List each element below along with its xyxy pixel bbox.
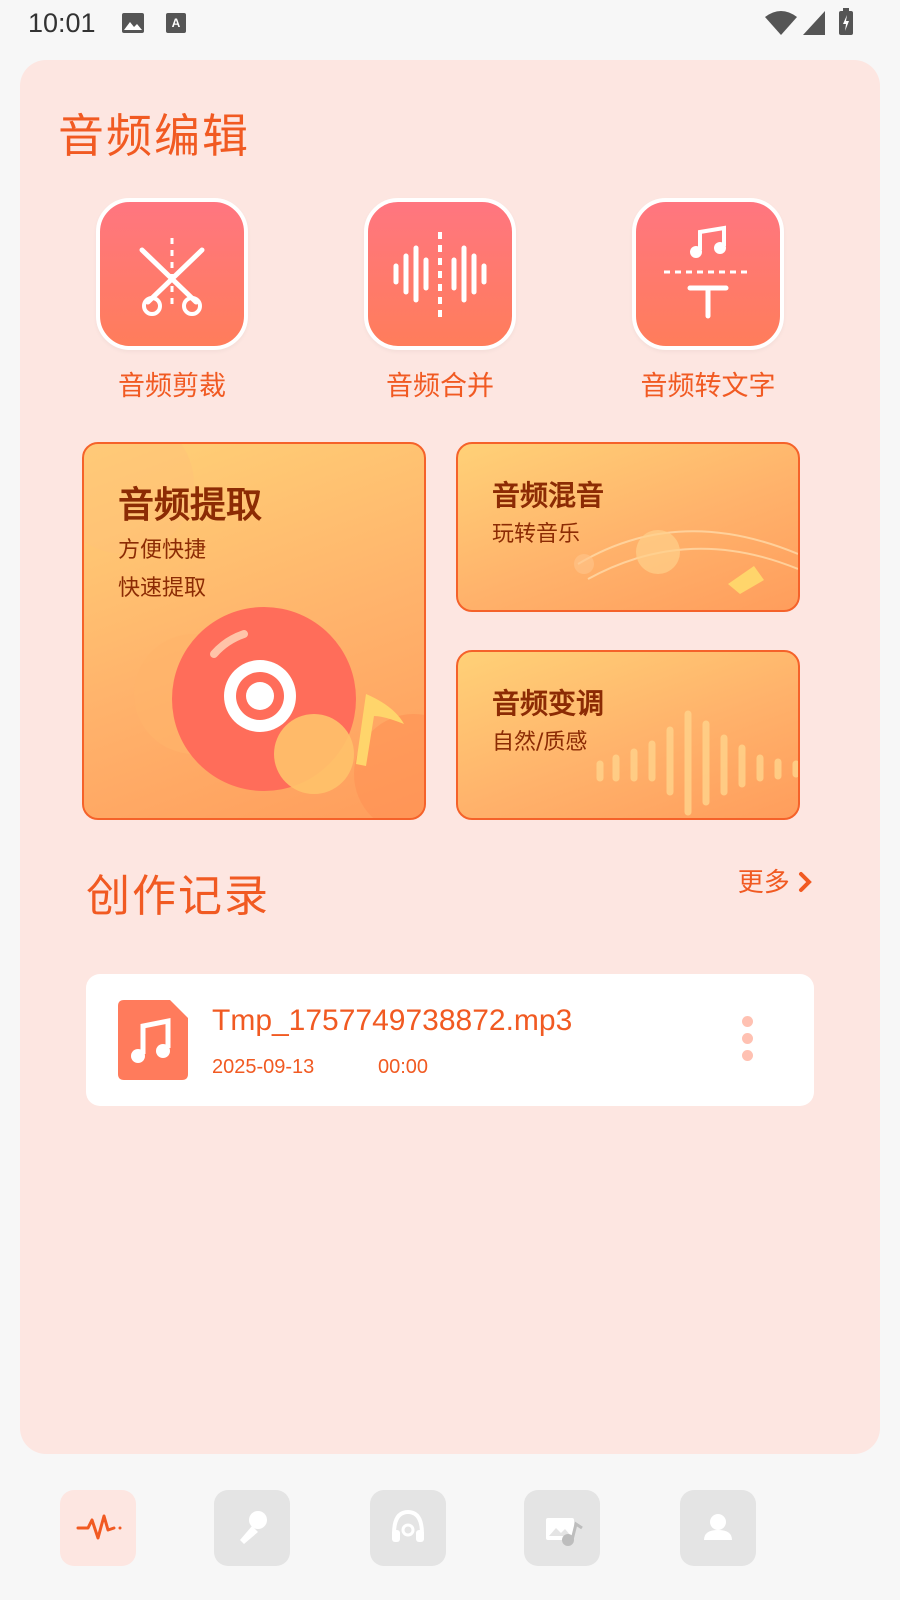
card-title: 音频混音 xyxy=(492,479,605,512)
card-audio-pitch[interactable]: 音频变调 自然/质感 xyxy=(456,650,800,820)
status-time: 10:01 xyxy=(28,8,96,38)
record-date: 2025-09-13 xyxy=(212,1056,315,1078)
section-title-records: 创作记录 xyxy=(86,871,270,922)
card-title: 音频提取 xyxy=(118,484,263,526)
tool-label: 音频合并 xyxy=(386,371,494,402)
tab-recording[interactable] xyxy=(214,1490,290,1566)
tab-listen[interactable] xyxy=(370,1490,446,1566)
tool-audio-to-text[interactable]: 音频转文字 xyxy=(628,198,788,403)
more-options-icon[interactable] xyxy=(742,1016,754,1066)
card-subtitle: 自然/质感 xyxy=(492,730,588,755)
gallery-notification-icon xyxy=(122,13,144,33)
card-audio-mix[interactable]: 音频混音 玩转音乐 xyxy=(456,442,800,612)
tool-audio-cut[interactable]: 音频剪裁 xyxy=(92,198,252,403)
tool-label: 音频剪裁 xyxy=(118,371,226,402)
svg-text:A: A xyxy=(172,16,181,30)
tab-video-music[interactable] xyxy=(524,1490,600,1566)
more-label: 更多 xyxy=(737,868,790,898)
card-subtitle: 方便快捷 xyxy=(118,538,207,563)
tool-audio-merge[interactable]: 音频合并 xyxy=(360,198,520,403)
main-panel: 音频编辑 音频剪裁 音频合并 音频转文字 音频提取 方便快捷 快速提取 音频混音… xyxy=(20,60,880,1454)
waveform-icon xyxy=(393,232,487,318)
tab-audio-edit[interactable] xyxy=(60,1490,136,1566)
audio-file-icon xyxy=(118,1000,188,1080)
microphone-icon xyxy=(240,1511,267,1544)
more-link[interactable]: 更多 xyxy=(738,862,812,899)
card-audio-extract[interactable]: 音频提取 方便快捷 快速提取 xyxy=(82,442,426,820)
image-music-icon xyxy=(546,1518,583,1546)
record-item[interactable]: Tmp_1757749738872.mp3 2025-09-13 00:00 xyxy=(86,974,814,1106)
scissors-icon xyxy=(139,238,205,316)
bottom-tab-bar xyxy=(0,1490,900,1570)
status-bar: 10:01 A xyxy=(0,0,900,50)
audio-cut-button[interactable] xyxy=(96,198,248,350)
wifi-icon xyxy=(765,11,797,35)
chevron-right-icon xyxy=(799,872,812,892)
signal-icon xyxy=(803,11,825,35)
audio-merge-button[interactable] xyxy=(364,198,516,350)
battery-icon xyxy=(839,8,853,35)
section-title-audio-edit: 音频编辑 xyxy=(58,109,250,163)
card-title: 音频变调 xyxy=(492,687,605,720)
card-subtitle: 玩转音乐 xyxy=(492,522,581,547)
tool-label: 音频转文字 xyxy=(640,371,776,402)
music-to-text-icon xyxy=(664,225,752,319)
person-icon xyxy=(704,1514,732,1540)
tab-profile[interactable] xyxy=(680,1490,756,1566)
record-duration: 00:00 xyxy=(378,1056,429,1078)
record-filename: Tmp_1757749738872.mp3 xyxy=(212,1004,573,1037)
headphones-icon xyxy=(392,1509,424,1542)
card-subtitle: 快速提取 xyxy=(118,576,207,601)
audio-to-text-button[interactable] xyxy=(632,198,784,350)
text-notification-icon: A xyxy=(166,13,186,33)
waveform-icon xyxy=(76,1514,122,1540)
